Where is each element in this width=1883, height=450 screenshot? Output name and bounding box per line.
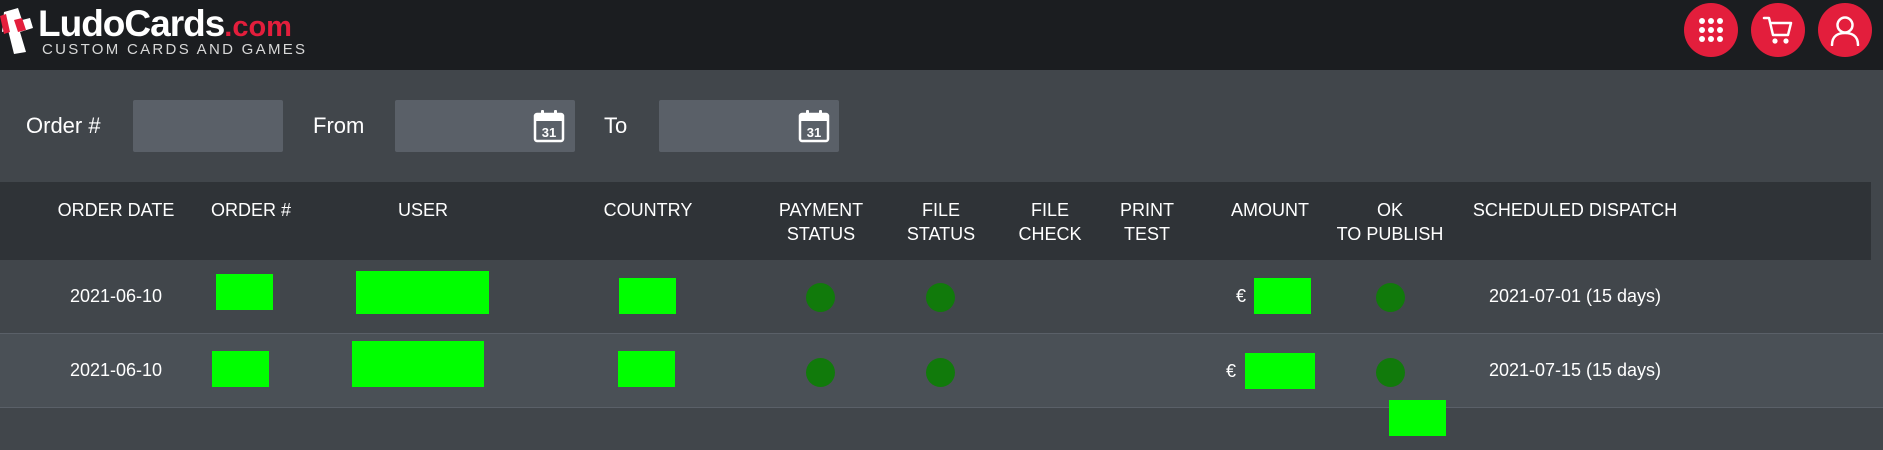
user-icon (1830, 16, 1860, 46)
from-calendar-icon[interactable]: 31 (533, 109, 565, 143)
col-order-date[interactable]: ORDER DATE (56, 198, 176, 222)
to-date-label: To (604, 113, 628, 138)
col-amount[interactable]: AMOUNT (1210, 198, 1330, 222)
file-status-indicator (926, 283, 955, 312)
col-payment-status[interactable]: PAYMENT STATUS (771, 198, 871, 246)
from-calendar-day: 31 (542, 125, 556, 140)
redacted-amount (1254, 278, 1311, 314)
col-file-check-line2: CHECK (1018, 224, 1082, 244)
scheduled-dispatch-cell: 2021-07-15 (15 days) (1488, 360, 1662, 380)
to-calendar-icon[interactable]: 31 (798, 109, 830, 143)
table-row[interactable]: 2021-06-10 € 2021-07-15 (15 days) (0, 334, 1883, 408)
col-payment-status-line2: STATUS (786, 224, 856, 244)
order-number-input[interactable] (133, 100, 283, 152)
order-date-cell: 2021-06-10 (69, 360, 163, 380)
col-ok-to-publish-line1: OK (1376, 200, 1403, 220)
redacted-user (352, 341, 484, 387)
apps-grid-button[interactable] (1684, 3, 1738, 57)
top-bar: LudoCards.com CUSTOM CARDS AND GAMES (0, 0, 1883, 70)
redacted-order-number (212, 351, 269, 387)
ok-to-publish-indicator (1376, 358, 1405, 387)
scheduled-dispatch-cell: 2021-07-01 (15 days) (1488, 286, 1662, 306)
payment-status-indicator (806, 358, 835, 387)
grid-icon (1699, 18, 1723, 42)
redacted-amount (1245, 353, 1315, 389)
ok-to-publish-indicator (1376, 283, 1405, 312)
to-calendar-day: 31 (807, 125, 821, 140)
col-order-number[interactable]: ORDER # (196, 198, 306, 222)
page: LudoCards.com CUSTOM CARDS AND GAMES Ord… (0, 0, 1883, 450)
col-payment-status-line1: PAYMENT (778, 200, 864, 220)
col-print-test-line2: TEST (1123, 224, 1170, 244)
col-file-check-line1: FILE (1030, 200, 1069, 220)
redacted-country (619, 278, 676, 314)
col-file-status[interactable]: FILE STATUS (891, 198, 991, 246)
from-date-label: From (313, 113, 365, 138)
order-date-cell: 2021-06-10 (69, 286, 163, 306)
col-scheduled-dispatch[interactable]: SCHEDULED DISPATCH (1470, 198, 1680, 222)
col-print-test[interactable]: PRINT TEST (1097, 198, 1197, 246)
redacted-country (618, 351, 675, 387)
payment-status-indicator (806, 283, 835, 312)
redacted-order-number (216, 274, 273, 310)
logo-mark-icon (0, 8, 33, 54)
amount-currency: € (1236, 286, 1247, 306)
col-file-check[interactable]: FILE CHECK (1000, 198, 1100, 246)
table-row[interactable]: 2021-06-10 € 2021-07-01 (15 days) (0, 260, 1883, 334)
col-user[interactable]: USER (363, 198, 483, 222)
brand-tagline: CUSTOM CARDS AND GAMES (42, 41, 308, 58)
col-print-test-line1: PRINT (1120, 200, 1174, 220)
col-ok-to-publish-line2: TO PUBLISH (1336, 224, 1444, 244)
user-account-button[interactable] (1818, 3, 1872, 57)
file-status-indicator (926, 358, 955, 387)
redacted-extra (1389, 400, 1446, 436)
cart-button[interactable] (1751, 3, 1805, 57)
redacted-user (356, 271, 489, 314)
brand-name-text: LudoCards (38, 3, 225, 44)
col-country[interactable]: COUNTRY (588, 198, 708, 222)
col-file-status-line2: STATUS (906, 224, 976, 244)
col-ok-to-publish[interactable]: OK TO PUBLISH (1330, 198, 1450, 246)
orders-table-header: ORDER DATE ORDER # USER COUNTRY PAYMENT … (0, 182, 1871, 260)
brand-domain: .com (224, 11, 292, 43)
order-number-label: Order # (26, 113, 101, 138)
brand-logo[interactable]: LudoCards.com CUSTOM CARDS AND GAMES (0, 2, 305, 64)
amount-currency: € (1226, 361, 1237, 381)
col-file-status-line1: FILE (921, 200, 960, 220)
cart-icon (1762, 16, 1793, 44)
